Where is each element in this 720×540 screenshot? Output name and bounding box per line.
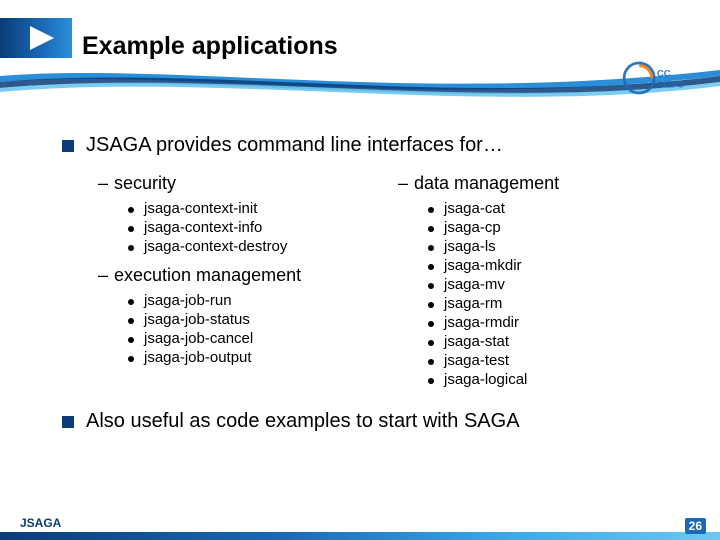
dot-bullet-icon — [428, 226, 434, 232]
bullet-level3: jsaga-job-status — [128, 311, 398, 328]
bullet-level3: jsaga-logical — [428, 371, 676, 388]
bullet-level1: JSAGA provides command line interfaces f… — [62, 134, 676, 157]
bullet-level3-list: jsaga-context-init jsaga-context-info jsag… — [128, 200, 398, 255]
column-right: –data management jsaga-cat jsaga-cp jsaga-l… — [398, 169, 676, 398]
bullet-text: jsaga-rm — [444, 295, 502, 312]
dot-bullet-icon — [428, 264, 434, 270]
bullet-level2: –execution management — [98, 265, 398, 286]
bullet-level3: jsaga-rmdir — [428, 314, 676, 331]
footer-bar — [0, 532, 720, 540]
bullet-text: jsaga-job-cancel — [144, 330, 253, 347]
bullet-text: jsaga-stat — [444, 333, 509, 350]
bullet-level3-list: jsaga-job-run jsaga-job-status jsaga-job-c… — [128, 292, 398, 366]
dot-bullet-icon — [428, 340, 434, 346]
title-arrow-bg — [0, 18, 72, 58]
bullet-level3: jsaga-context-info — [128, 219, 398, 236]
column-left: –securityjsaga-context-initjsaga-context… — [98, 169, 398, 398]
bullet-text: jsaga-ls — [444, 238, 496, 255]
play-arrow-icon — [30, 26, 54, 50]
bullet-text: security — [114, 173, 176, 194]
columns: –securityjsaga-context-initjsaga-context… — [98, 169, 676, 398]
bullet-level3: jsaga-job-output — [128, 349, 398, 366]
dash-bullet-icon: – — [398, 173, 408, 194]
slide-footer: JSAGA 26 — [0, 512, 720, 540]
bullet-text: jsaga-test — [444, 352, 509, 369]
bullet-text: data management — [414, 173, 559, 194]
dot-bullet-icon — [428, 378, 434, 384]
bullet-text: jsaga-cat — [444, 200, 505, 217]
dot-bullet-icon — [428, 302, 434, 308]
bullet-level2: –security — [98, 173, 398, 194]
bullet-text: Also useful as code examples to start wi… — [86, 410, 520, 433]
bullet-text: jsaga-cp — [444, 219, 501, 236]
dot-bullet-icon — [128, 299, 134, 305]
bullet-text: jsaga-context-info — [144, 219, 262, 236]
footer-left-label: JSAGA — [20, 516, 61, 530]
dot-bullet-icon — [428, 359, 434, 365]
dot-bullet-icon — [128, 245, 134, 251]
bullet-level3: jsaga-cat — [428, 200, 676, 217]
dot-bullet-icon — [128, 356, 134, 362]
square-bullet-icon — [62, 416, 74, 428]
bullet-level3: jsaga-ls — [428, 238, 676, 255]
page-number: 26 — [685, 518, 706, 534]
header-swoosh — [0, 62, 720, 108]
dot-bullet-icon — [128, 226, 134, 232]
square-bullet-icon — [62, 140, 74, 152]
bullet-level3: jsaga-stat — [428, 333, 676, 350]
dot-bullet-icon — [428, 245, 434, 251]
bullet-level3: jsaga-cp — [428, 219, 676, 236]
bullet-level3: jsaga-mv — [428, 276, 676, 293]
bullet-text: jsaga-mv — [444, 276, 505, 293]
bullet-level3: jsaga-job-cancel — [128, 330, 398, 347]
bullet-text: execution management — [114, 265, 301, 286]
bullet-text: jsaga-context-destroy — [144, 238, 287, 255]
bullet-level3: jsaga-mkdir — [428, 257, 676, 274]
ccin2p3-logo: CC IN2P3 — [620, 56, 702, 100]
slide-title: Example applications — [82, 32, 338, 61]
bullet-level3: jsaga-job-run — [128, 292, 398, 309]
svg-text:IN2P3: IN2P3 — [657, 80, 684, 91]
bullet-level3: jsaga-context-destroy — [128, 238, 398, 255]
dot-bullet-icon — [428, 207, 434, 213]
bullet-level2: –data management — [398, 173, 676, 194]
bullet-level3: jsaga-rm — [428, 295, 676, 312]
bullet-level3: jsaga-context-init — [128, 200, 398, 217]
bullet-level3: jsaga-test — [428, 352, 676, 369]
dot-bullet-icon — [128, 318, 134, 324]
bullet-text: jsaga-job-output — [144, 349, 252, 366]
dash-bullet-icon: – — [98, 265, 108, 286]
bullet-text: jsaga-job-run — [144, 292, 232, 309]
bullet-text: jsaga-job-status — [144, 311, 250, 328]
bullet-level3-list: jsaga-cat jsaga-cp jsaga-ls jsaga-mkdir jsag… — [428, 200, 676, 388]
bullet-level1: Also useful as code examples to start wi… — [62, 410, 676, 433]
dot-bullet-icon — [428, 321, 434, 327]
slide-content: JSAGA provides command line interfaces f… — [0, 110, 720, 433]
title-bar: Example applications — [0, 18, 720, 58]
bullet-text: jsaga-mkdir — [444, 257, 522, 274]
dash-bullet-icon: – — [98, 173, 108, 194]
bullet-text: jsaga-logical — [444, 371, 527, 388]
dot-bullet-icon — [428, 283, 434, 289]
slide-header: Example applications CC IN2P3 — [0, 0, 720, 110]
logo-text: CC — [657, 69, 671, 80]
bullet-text: JSAGA provides command line interfaces f… — [86, 134, 503, 157]
bullet-text: jsaga-rmdir — [444, 314, 519, 331]
dot-bullet-icon — [128, 207, 134, 213]
bullet-text: jsaga-context-init — [144, 200, 257, 217]
dot-bullet-icon — [128, 337, 134, 343]
